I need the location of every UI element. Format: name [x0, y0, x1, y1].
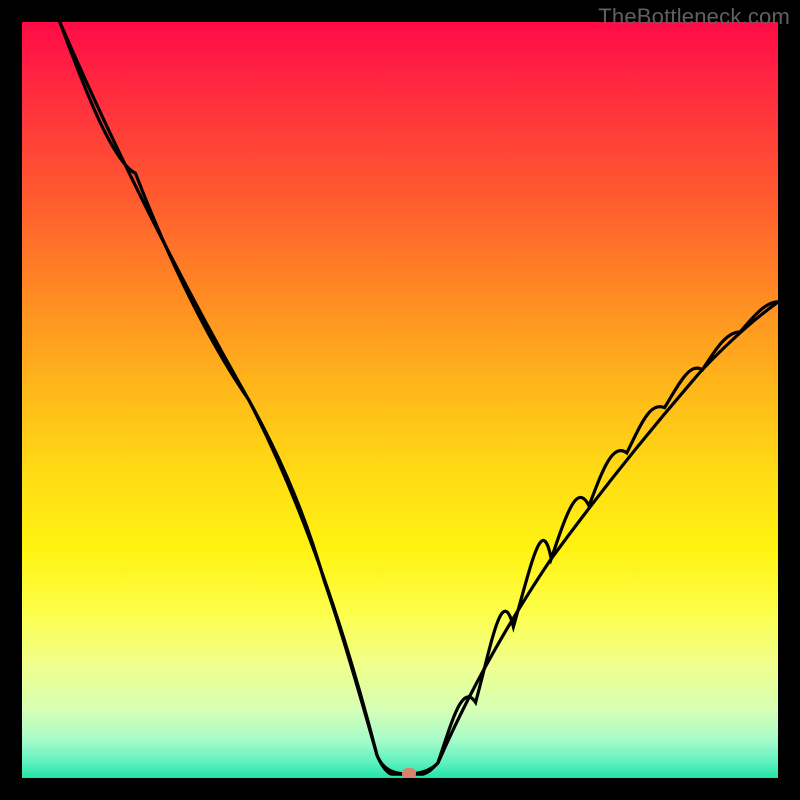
minimum-marker: [402, 768, 416, 778]
bottleneck-curve-path: [60, 22, 778, 774]
chart-frame: TheBottleneck.com: [0, 0, 800, 800]
plot-area: [22, 22, 778, 778]
curve-svg: [22, 22, 778, 778]
watermark-text: TheBottleneck.com: [598, 4, 790, 30]
